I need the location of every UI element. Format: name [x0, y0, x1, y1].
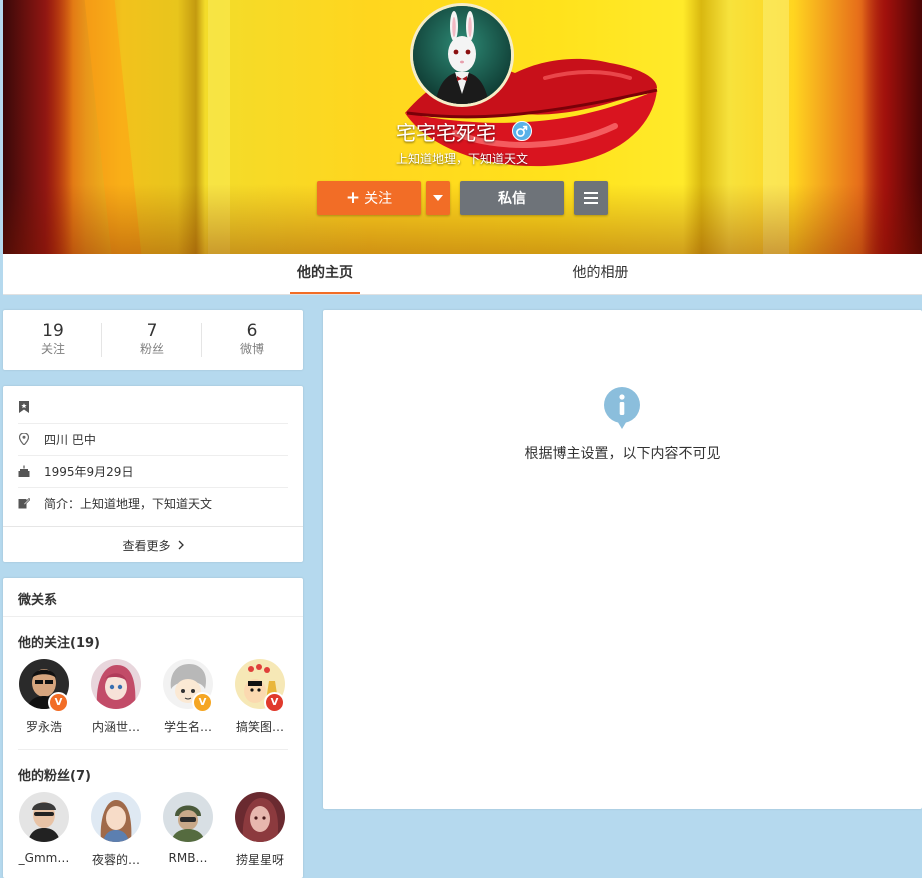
following-user-name: 搞笑图… [235, 720, 284, 734]
plus-icon: + [345, 188, 361, 208]
birthday-text: 1995年9月29日 [44, 464, 134, 479]
avatar [235, 792, 285, 842]
following-user[interactable]: V 罗永浩 [14, 659, 74, 735]
menu-icon [584, 202, 598, 204]
fan-user[interactable]: 捞星星呀 [230, 792, 290, 868]
message-button-label: 私信 [498, 191, 526, 207]
following-section-title[interactable]: 他的关注(19) [18, 632, 100, 651]
fan-user-name: _Gmm… [18, 851, 70, 865]
relations-card: 微关系 他的关注(19) V 罗永浩 内涵世… V 学生名… V 搞笑图… 他的… [3, 578, 303, 878]
fans-count-value: 7 [146, 321, 158, 341]
weibo-count-label: 微博 [239, 342, 264, 356]
divider [18, 749, 288, 750]
following-user-name: 内涵世… [91, 720, 140, 734]
stats-card: 19 关注 7 粉丝 6 微博 [3, 310, 303, 370]
male-icon [512, 121, 532, 141]
weibo-count-value: 6 [246, 321, 258, 341]
profile-avatar[interactable] [410, 3, 514, 107]
location-text: 四川 巴中 [44, 432, 96, 447]
edit-icon [18, 497, 30, 509]
relations-title: 微关系 [18, 593, 58, 608]
see-more-label: 查看更多 [122, 538, 171, 553]
following-user-name: 罗永浩 [25, 720, 62, 734]
main-feed-panel: 根据博主设置，以下内容不可见 [323, 310, 922, 809]
caret-down-icon [433, 195, 443, 201]
fan-user-name: RMB… [168, 851, 208, 865]
weibo-count[interactable]: 6 微博 [202, 310, 302, 370]
fan-user-name: 捞星星呀 [235, 853, 284, 867]
privacy-message: 根据博主设置，以下内容不可见 [524, 446, 721, 462]
info-row-birthday: 1995年9月29日 [18, 455, 288, 488]
menu-icon [584, 197, 598, 199]
profile-bio: 上知道地理，下知道天文 [396, 152, 529, 166]
following-count-label: 关注 [40, 342, 65, 356]
profile-name: 宅宅宅死宅 [396, 121, 496, 145]
avatar [91, 659, 141, 709]
bookmark-icon [18, 401, 30, 413]
profile-tab-bar: 他的主页 他的相册 [3, 254, 922, 295]
tab-home[interactable]: 他的主页 [290, 254, 360, 294]
birthday-cake-icon [18, 465, 30, 477]
divider [3, 616, 303, 617]
fan-user[interactable]: _Gmm… [14, 792, 74, 865]
fan-user[interactable]: 夜蓉的… [86, 792, 146, 868]
following-user[interactable]: V 搞笑图… [230, 659, 290, 735]
following-user[interactable]: 内涵世… [86, 659, 146, 735]
intro-text: 上知道地理，下知道天文 [80, 496, 213, 511]
location-pin-icon [18, 433, 30, 445]
following-user[interactable]: V 学生名… [158, 659, 218, 735]
fans-section-title[interactable]: 他的粉丝(7) [18, 765, 91, 784]
verified-badge-icon: V [192, 692, 213, 713]
more-menu-button[interactable] [574, 181, 608, 215]
following-count-value: 19 [42, 321, 64, 341]
avatar [91, 792, 141, 842]
following-user-name: 学生名… [163, 720, 212, 734]
avatar [163, 792, 213, 842]
info-row-location: 四川 巴中 [18, 423, 288, 456]
chevron-right-icon [178, 540, 184, 550]
fan-user[interactable]: RMB… [158, 792, 218, 865]
follow-button-label: 关注 [364, 191, 393, 207]
follow-options-button[interactable] [426, 181, 450, 215]
info-row-badge [18, 391, 288, 424]
fans-count-label: 粉丝 [139, 342, 164, 356]
info-icon [604, 387, 640, 429]
follow-button[interactable]: + 关注 [317, 181, 421, 215]
fans-count[interactable]: 7 粉丝 [102, 310, 202, 370]
message-button[interactable]: 私信 [460, 181, 564, 215]
verified-badge-icon: V [48, 692, 69, 713]
rabbit-avatar-icon [413, 6, 511, 104]
following-count[interactable]: 19 关注 [3, 310, 103, 370]
info-row-intro: 简介： 上知道地理，下知道天文 [18, 487, 288, 519]
profile-info-card: 四川 巴中 1995年9月29日 简介： 上知道地理，下知道天文 查看更多 [3, 386, 303, 562]
intro-label: 简介： [44, 496, 81, 511]
see-more-link[interactable]: 查看更多 [3, 526, 303, 563]
menu-icon [584, 192, 598, 194]
avatar [19, 792, 69, 842]
fan-user-name: 夜蓉的… [91, 853, 140, 867]
tab-album[interactable]: 他的相册 [563, 254, 638, 294]
verified-badge-icon: V [264, 692, 285, 713]
